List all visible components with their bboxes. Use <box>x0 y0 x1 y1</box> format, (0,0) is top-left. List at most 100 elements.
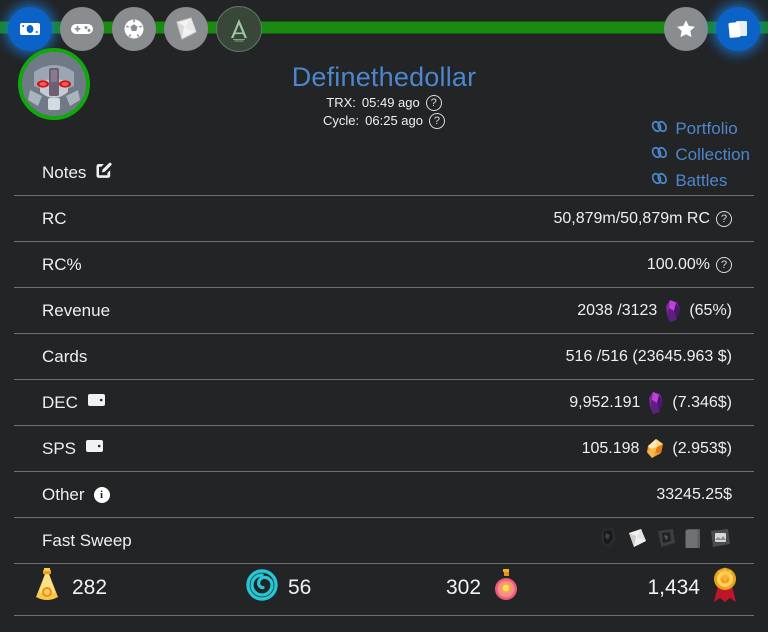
soccer-ball-icon <box>122 17 146 41</box>
top-nav-left-group <box>0 0 262 58</box>
fast-sweep-label: Fast Sweep <box>42 531 132 551</box>
trx-status: TRX: 05:49 ago ? <box>0 94 768 112</box>
white-pack-icon[interactable] <box>625 526 649 555</box>
rc-value: 50,879m/50,879m RC <box>553 210 710 228</box>
table-row-notes[interactable]: Notes <box>14 150 754 196</box>
rc-percent-value: 100.00% <box>647 256 710 274</box>
bottom-stats-bar: 282 56 302 <box>14 560 754 616</box>
notes-label: Notes <box>42 163 86 183</box>
stat-vouchers-value: 56 <box>288 576 311 600</box>
cards-label: Cards <box>42 347 87 367</box>
row-value-group: 9,952.191 (7.346$) <box>569 391 732 415</box>
sps-usd-value: (2.953$) <box>672 440 732 458</box>
row-label-group: RC <box>42 209 67 229</box>
link-portfolio[interactable]: Portfolio <box>651 118 750 139</box>
gold-medal-icon <box>710 566 740 610</box>
gold-potion-icon <box>32 567 62 609</box>
table-row-rc-percent[interactable]: RC% 100.00% ? <box>14 242 754 288</box>
row-label-group: SPS <box>42 438 104 459</box>
table-row-rc[interactable]: RC 50,879m/50,879m RC ? <box>14 196 754 242</box>
row-label-group: RC% <box>42 255 82 275</box>
cycle-label: Cycle: <box>323 112 359 130</box>
row-label-group: Revenue <box>42 301 110 321</box>
table-row-other[interactable]: Other i 33245.25$ <box>14 472 754 518</box>
table-row-dec[interactable]: DEC 9,952.191 <box>14 380 754 426</box>
row-label-group: DEC <box>42 392 106 413</box>
stats-table: Notes RC 50,879m/50,879m RC ? <box>0 150 768 564</box>
chain-link-icon <box>651 118 668 139</box>
dec-usd-value: (7.346$) <box>672 394 732 412</box>
row-value-group: 516 /516 (23645.963 $) <box>566 348 732 366</box>
profile-header: Definethedollar TRX: 05:49 ago ? Cycle: … <box>0 58 768 150</box>
revenue-label: Revenue <box>42 301 110 321</box>
money-icon <box>18 17 42 41</box>
dec-crystal-icon <box>663 299 683 323</box>
stat-glint[interactable]: 1,434 <box>647 566 740 610</box>
nav-star-button[interactable] <box>664 7 708 51</box>
info-icon[interactable]: i <box>94 487 110 503</box>
top-nav-right-group <box>656 0 760 58</box>
stat-alchemy-potion[interactable]: 302 <box>446 567 521 609</box>
stat-vouchers[interactable]: 56 <box>246 569 311 607</box>
nav-arena-button[interactable] <box>216 6 262 52</box>
row-value-group: 105.198 (2.953$) <box>582 438 732 460</box>
cycle-value: 06:25 ago <box>365 112 423 130</box>
grey-card-icon[interactable] <box>683 526 703 555</box>
sps-label: SPS <box>42 439 76 459</box>
cards-icon <box>725 17 751 41</box>
pink-potion-icon <box>491 567 521 609</box>
cards-value: 516 /516 (23645.963 $) <box>566 348 732 366</box>
rc-percent-help-icon[interactable]: ? <box>716 257 732 273</box>
app-root: Definethedollar TRX: 05:49 ago ? Cycle: … <box>0 0 768 632</box>
nav-money-button[interactable] <box>8 7 52 51</box>
table-row-sps[interactable]: SPS 105.198 <box>14 426 754 472</box>
rc-help-icon[interactable]: ? <box>716 211 732 227</box>
wallet-icon[interactable] <box>87 392 106 413</box>
gamepad-icon <box>69 19 95 39</box>
nav-ball-button[interactable] <box>112 7 156 51</box>
sps-crystal-icon <box>645 438 666 460</box>
row-label-group: Notes <box>42 162 112 184</box>
other-value: 33245.25$ <box>656 486 732 504</box>
row-label-group: Fast Sweep <box>42 531 132 551</box>
chaos-pack-icon[interactable] <box>598 526 620 555</box>
other-label: Other <box>42 485 85 505</box>
revenue-percent: (65%) <box>689 302 732 320</box>
trx-value: 05:49 ago <box>362 94 420 112</box>
fast-sweep-icon-group <box>598 526 732 555</box>
row-value-group: 50,879m/50,879m RC ? <box>553 210 732 228</box>
table-row-cards[interactable]: Cards 516 /516 (23645.963 $) <box>14 334 754 380</box>
stat-alchemy-potion-value: 302 <box>446 576 481 600</box>
dec-label: DEC <box>42 393 78 413</box>
stat-glint-value: 1,434 <box>647 576 700 600</box>
revenue-value: 2038 /3123 <box>577 302 657 320</box>
frame-pack-icon[interactable] <box>708 526 732 555</box>
edit-pencil-icon[interactable] <box>95 162 112 184</box>
row-label-group: Cards <box>42 347 87 367</box>
cycle-help-icon[interactable]: ? <box>429 113 445 129</box>
row-label-group: Other i <box>42 485 110 505</box>
top-navigation <box>0 0 768 58</box>
nav-cards-button[interactable] <box>716 7 760 51</box>
arena-a-icon <box>225 15 253 43</box>
rc-percent-label: RC% <box>42 255 82 275</box>
teal-spiral-icon <box>246 569 278 607</box>
stat-legendary-potion[interactable]: 282 <box>32 567 107 609</box>
link-portfolio-label: Portfolio <box>675 118 737 139</box>
row-value-group: 33245.25$ <box>656 486 732 504</box>
page-title: Definethedollar <box>0 60 768 94</box>
table-row-revenue[interactable]: Revenue 2038 /3123 (65%) <box>14 288 754 334</box>
dec-value: 9,952.191 <box>569 394 640 412</box>
star-icon <box>674 17 698 41</box>
row-value-group: 100.00% ? <box>647 256 732 274</box>
table-row-fast-sweep[interactable]: Fast Sweep <box>14 518 754 564</box>
rift-pack-icon[interactable] <box>654 526 678 555</box>
nav-pack-button[interactable] <box>164 7 208 51</box>
stat-legendary-potion-value: 282 <box>72 576 107 600</box>
wallet-icon[interactable] <box>85 438 104 459</box>
nav-gamepad-button[interactable] <box>60 7 104 51</box>
row-value-group: 2038 /3123 (65%) <box>577 299 732 323</box>
trx-help-icon[interactable]: ? <box>426 95 442 111</box>
trx-label: TRX: <box>326 94 356 112</box>
dec-crystal-icon <box>646 391 666 415</box>
